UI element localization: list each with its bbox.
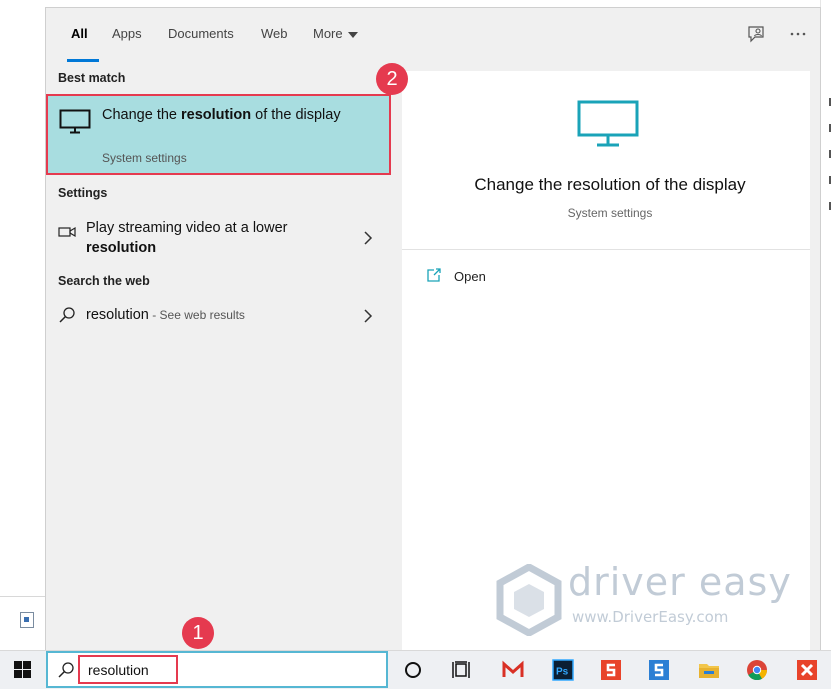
monitor-icon bbox=[577, 100, 639, 147]
tab-all[interactable]: All bbox=[71, 26, 88, 41]
step-badge-1: 1 bbox=[182, 617, 214, 649]
tab-apps[interactable]: Apps bbox=[112, 26, 142, 41]
best-match-result[interactable]: Change the resolution of the display Sys… bbox=[46, 94, 391, 175]
search-web-header: Search the web bbox=[58, 274, 150, 288]
search-icon bbox=[59, 307, 75, 323]
preview-divider bbox=[402, 249, 810, 250]
chevron-right-icon bbox=[364, 231, 373, 245]
app-s-blue-icon[interactable] bbox=[648, 659, 670, 681]
chevron-right-icon bbox=[364, 309, 373, 323]
taskbar-search-box[interactable] bbox=[46, 651, 388, 688]
settings-result-label: Play streaming video at a lower resoluti… bbox=[86, 220, 288, 256]
chrome-icon[interactable] bbox=[746, 659, 768, 681]
web-result-label: resolution - See web results bbox=[86, 307, 245, 323]
preview-title: Change the resolution of the display bbox=[474, 175, 746, 194]
preview-header: Change the resolution of the display Sys… bbox=[402, 71, 810, 249]
step-badge-2: 2 bbox=[376, 63, 408, 95]
settings-header: Settings bbox=[58, 186, 108, 200]
results-list: Best match Change the resolution of the … bbox=[46, 64, 402, 650]
task-view-icon[interactable] bbox=[451, 659, 473, 681]
search-icon bbox=[58, 662, 74, 678]
feedback-icon[interactable] bbox=[746, 24, 768, 44]
cortana-circle-icon[interactable] bbox=[402, 659, 424, 681]
best-match-header: Best match bbox=[58, 71, 126, 85]
xmind-icon[interactable] bbox=[796, 659, 818, 681]
photoshop-icon[interactable]: Ps bbox=[552, 659, 574, 681]
desktop-file-icon[interactable] bbox=[20, 612, 34, 628]
caret-down-icon bbox=[347, 31, 358, 38]
open-label: Open bbox=[454, 269, 486, 284]
windows-start-icon[interactable] bbox=[14, 661, 31, 678]
desktop-edge bbox=[820, 0, 831, 650]
desktop-divider bbox=[0, 596, 46, 597]
active-tab-indicator bbox=[67, 59, 99, 62]
more-options-icon[interactable] bbox=[788, 24, 810, 44]
search-input[interactable] bbox=[78, 655, 178, 684]
best-match-title: Change the resolution of the display bbox=[102, 107, 341, 123]
tab-web[interactable]: Web bbox=[261, 26, 288, 41]
best-match-subtitle: System settings bbox=[102, 151, 187, 165]
search-panel: All Apps Documents Web More Best match C… bbox=[46, 8, 820, 650]
taskbar: Ps bbox=[0, 650, 831, 689]
open-external-icon bbox=[427, 268, 441, 282]
web-result-resolution[interactable]: resolution - See web results bbox=[46, 304, 391, 328]
preview-pane: Change the resolution of the display Sys… bbox=[402, 71, 810, 650]
svg-text:Ps: Ps bbox=[556, 667, 569, 678]
app-s-red-icon[interactable] bbox=[600, 659, 622, 681]
monitor-icon bbox=[59, 109, 91, 134]
preview-subtitle: System settings bbox=[567, 206, 653, 220]
search-tabs: All Apps Documents Web More bbox=[46, 8, 820, 64]
video-camera-icon bbox=[58, 226, 76, 238]
file-explorer-icon[interactable] bbox=[698, 659, 720, 681]
tab-more-label: More bbox=[313, 26, 343, 41]
settings-result-streaming[interactable]: Play streaming video at a lower resoluti… bbox=[46, 218, 391, 258]
tab-documents[interactable]: Documents bbox=[168, 26, 234, 41]
gmail-icon[interactable] bbox=[502, 659, 524, 681]
tab-more[interactable]: More bbox=[313, 26, 358, 41]
